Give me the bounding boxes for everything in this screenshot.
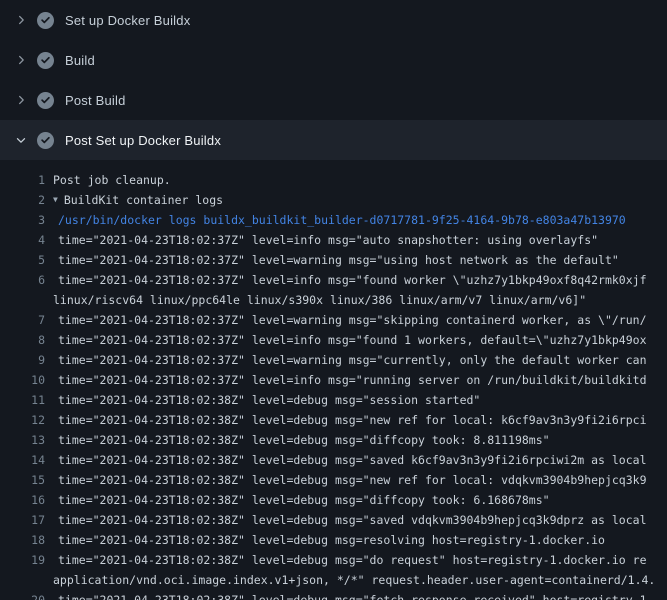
log-row: 1 Post job cleanup. <box>0 170 667 190</box>
log-row: 6 time="2021-04-23T18:02:37Z" level=info… <box>0 270 667 290</box>
line-number[interactable]: 5 <box>0 250 45 270</box>
log-line-text: application/vnd.oci.image.index.v1+json,… <box>53 570 655 590</box>
log-line-text: time="2021-04-23T18:02:37Z" level=info m… <box>58 370 647 390</box>
log-row: 5 time="2021-04-23T18:02:37Z" level=warn… <box>0 250 667 270</box>
log-row: application/vnd.oci.image.index.v1+json,… <box>0 570 667 590</box>
log-line-text: /usr/bin/docker logs buildx_buildkit_bui… <box>58 210 626 230</box>
step-label: Post Set up Docker Buildx <box>65 133 221 148</box>
log-line-text: time="2021-04-23T18:02:38Z" level=debug … <box>58 510 647 530</box>
log-line-text: time="2021-04-23T18:02:38Z" level=debug … <box>58 590 647 600</box>
check-circle-icon <box>37 92 54 109</box>
log-line-text: linux/riscv64 linux/ppc64le linux/s390x … <box>53 290 586 310</box>
log-line-text: time="2021-04-23T18:02:38Z" level=debug … <box>58 490 550 510</box>
log-line-text: time="2021-04-23T18:02:37Z" level=info m… <box>58 230 598 250</box>
log-line-text: time="2021-04-23T18:02:37Z" level=warnin… <box>58 350 647 370</box>
log-row: 8 time="2021-04-23T18:02:37Z" level=info… <box>0 330 667 350</box>
line-number[interactable]: 13 <box>0 430 45 450</box>
log-row: 16 time="2021-04-23T18:02:38Z" level=deb… <box>0 490 667 510</box>
log-line-text: time="2021-04-23T18:02:38Z" level=debug … <box>58 530 605 550</box>
line-number[interactable]: 18 <box>0 530 45 550</box>
check-circle-icon <box>37 52 54 69</box>
log-line-text: time="2021-04-23T18:02:38Z" level=debug … <box>58 470 647 490</box>
actions-log-viewer: Set up Docker Buildx Build <box>0 0 667 600</box>
check-circle-icon <box>37 12 54 29</box>
line-number[interactable]: 4 <box>0 230 45 250</box>
line-number[interactable]: 14 <box>0 450 45 470</box>
log-row: 12 time="2021-04-23T18:02:38Z" level=deb… <box>0 410 667 430</box>
step-header-2[interactable]: Post Build <box>0 80 667 120</box>
chevron-right-icon[interactable] <box>13 92 29 108</box>
log-row: 11 time="2021-04-23T18:02:38Z" level=deb… <box>0 390 667 410</box>
log-row: 9 time="2021-04-23T18:02:37Z" level=warn… <box>0 350 667 370</box>
line-number[interactable]: 8 <box>0 330 45 350</box>
log-line-text: BuildKit container logs <box>64 190 223 210</box>
log-line-text: Post job cleanup. <box>53 170 171 190</box>
line-number[interactable]: 17 <box>0 510 45 530</box>
log-row: 14 time="2021-04-23T18:02:38Z" level=deb… <box>0 450 667 470</box>
disclosure-triangle-icon[interactable]: ▼ <box>53 190 58 210</box>
chevron-down-icon[interactable] <box>13 132 29 148</box>
log-line-text: time="2021-04-23T18:02:37Z" level=warnin… <box>58 250 619 270</box>
line-number[interactable]: 11 <box>0 390 45 410</box>
log-line-text: time="2021-04-23T18:02:37Z" level=warnin… <box>58 310 647 330</box>
line-number[interactable]: 9 <box>0 350 45 370</box>
log-row: 13 time="2021-04-23T18:02:38Z" level=deb… <box>0 430 667 450</box>
step-label: Build <box>65 53 95 68</box>
log-row: 19 time="2021-04-23T18:02:38Z" level=deb… <box>0 550 667 570</box>
line-number[interactable]: 12 <box>0 410 45 430</box>
log-row: 7 time="2021-04-23T18:02:37Z" level=warn… <box>0 310 667 330</box>
log-line-text: time="2021-04-23T18:02:38Z" level=debug … <box>58 390 480 410</box>
line-number[interactable]: 15 <box>0 470 45 490</box>
log-row: 20 time="2021-04-23T18:02:38Z" level=deb… <box>0 590 667 600</box>
line-number[interactable]: 7 <box>0 310 45 330</box>
line-number[interactable]: 20 <box>0 590 45 600</box>
log-row: 4 time="2021-04-23T18:02:37Z" level=info… <box>0 230 667 250</box>
line-number[interactable]: 10 <box>0 370 45 390</box>
line-number[interactable]: 2 <box>0 190 45 210</box>
log-row: 18 time="2021-04-23T18:02:38Z" level=deb… <box>0 530 667 550</box>
log-area: 1 Post job cleanup. 2 ▼ BuildKit contain… <box>0 160 667 600</box>
log-row: linux/riscv64 linux/ppc64le linux/s390x … <box>0 290 667 310</box>
step-header-1[interactable]: Build <box>0 40 667 80</box>
log-row: 17 time="2021-04-23T18:02:38Z" level=deb… <box>0 510 667 530</box>
log-line-text: time="2021-04-23T18:02:38Z" level=debug … <box>58 550 647 570</box>
log-row: 2 ▼ BuildKit container logs <box>0 190 667 210</box>
chevron-right-icon[interactable] <box>13 52 29 68</box>
log-line-text: time="2021-04-23T18:02:38Z" level=debug … <box>58 450 647 470</box>
line-number[interactable]: 19 <box>0 550 45 570</box>
check-circle-icon <box>37 132 54 149</box>
log-line-text: time="2021-04-23T18:02:38Z" level=debug … <box>58 430 550 450</box>
log-line-text: time="2021-04-23T18:02:38Z" level=debug … <box>58 410 647 430</box>
chevron-right-icon[interactable] <box>13 12 29 28</box>
log-line-text: time="2021-04-23T18:02:37Z" level=info m… <box>58 330 647 350</box>
step-header-3[interactable]: Post Set up Docker Buildx <box>0 120 667 160</box>
step-header-0[interactable]: Set up Docker Buildx <box>0 0 667 40</box>
log-row: 10 time="2021-04-23T18:02:37Z" level=inf… <box>0 370 667 390</box>
log-line-text: time="2021-04-23T18:02:37Z" level=info m… <box>58 270 647 290</box>
line-number[interactable]: 16 <box>0 490 45 510</box>
log-row: 3 /usr/bin/docker logs buildx_buildkit_b… <box>0 210 667 230</box>
step-list: Set up Docker Buildx Build <box>0 0 667 160</box>
line-number[interactable]: 1 <box>0 170 45 190</box>
line-number[interactable]: 6 <box>0 270 45 290</box>
step-label: Post Build <box>65 93 126 108</box>
step-label: Set up Docker Buildx <box>65 13 190 28</box>
line-number[interactable]: 3 <box>0 210 45 230</box>
log-row: 15 time="2021-04-23T18:02:38Z" level=deb… <box>0 470 667 490</box>
